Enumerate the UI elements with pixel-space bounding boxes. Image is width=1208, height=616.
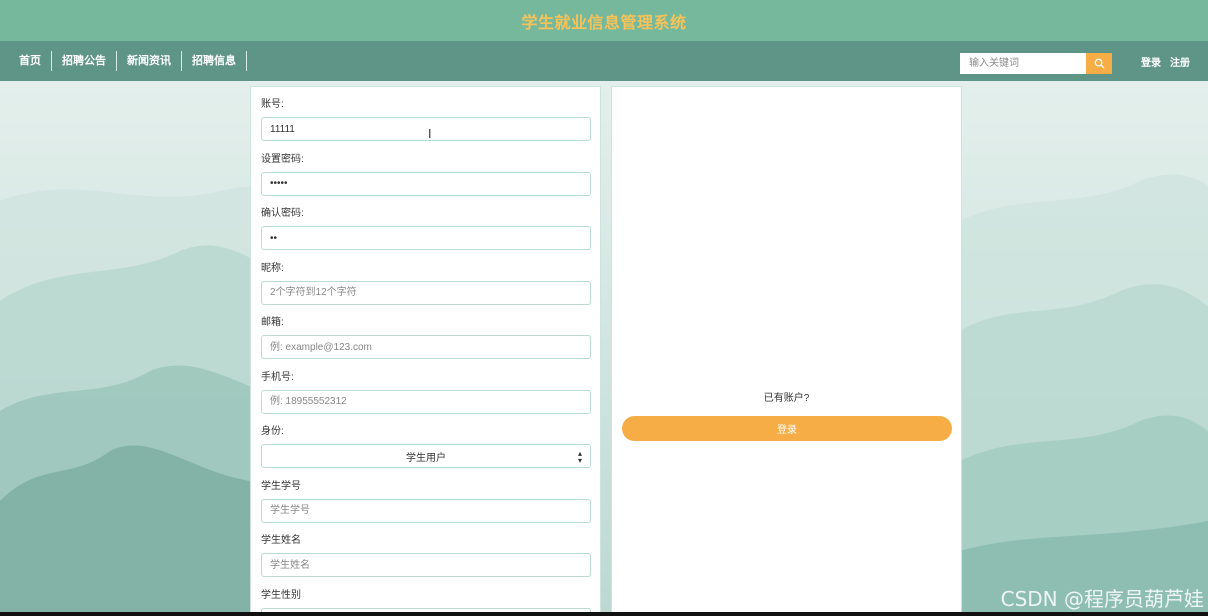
nickname-input[interactable] <box>261 280 591 305</box>
search-input[interactable] <box>960 53 1086 74</box>
student-id-input[interactable] <box>261 498 591 523</box>
main-navbar: 首页 招聘公告 新闻资讯 招聘信息 登录 注册 <box>0 41 1208 81</box>
login-link[interactable]: 登录 <box>1141 54 1161 69</box>
password-field: 设置密码: <box>261 152 591 207</box>
search-icon <box>1094 58 1105 69</box>
background-landscape <box>0 81 1208 616</box>
select-updown-icon: ▴ ▾ <box>577 449 582 465</box>
has-account-text: 已有账户? <box>763 393 810 404</box>
role-label: 身份: <box>261 426 284 437</box>
student-gender-label: 学生性别 <box>261 589 301 601</box>
search-button[interactable] <box>1086 53 1112 74</box>
email-label: 邮箱: <box>261 317 284 328</box>
password-label: 设置密码: <box>261 153 304 165</box>
auth-links: 登录 注册 <box>1141 41 1199 81</box>
nav-item-recruitment-notice[interactable]: 招聘公告 <box>52 51 117 71</box>
login-prompt-panel: 已有账户? 登录 <box>611 86 962 616</box>
bottom-edge <box>0 612 1208 616</box>
watermark: CSDN @程序员葫芦娃 <box>1000 587 1204 611</box>
nickname-label: 昵称: <box>261 262 284 274</box>
nickname-field: 昵称: <box>261 261 591 316</box>
nav-item-home[interactable]: 首页 <box>9 51 52 71</box>
phone-label: 手机号: <box>261 371 294 383</box>
email-field: 邮箱: <box>261 315 591 370</box>
password-input[interactable] <box>261 171 591 196</box>
site-title: 学生就业信息管理系统 <box>521 14 687 32</box>
nav-item-news[interactable]: 新闻资讯 <box>117 51 182 71</box>
role-field: 身份: 学生用户 ▴ ▾ <box>261 424 591 479</box>
confirm-password-field: 确认密码: <box>261 206 591 261</box>
search-bar <box>960 53 1112 74</box>
login-button[interactable]: 登录 <box>622 416 952 441</box>
register-form-panel: 账号: 设置密码: 确认密码: 昵称: 邮箱: 手机号: 身份: 学生用户 ▴▾… <box>250 86 601 616</box>
account-field: 账号: <box>261 97 591 152</box>
top-header: 学生就业信息管理系统 <box>0 0 1208 41</box>
account-label: 账号: <box>261 99 284 110</box>
nav-menu: 首页 招聘公告 新闻资讯 招聘信息 <box>0 51 247 71</box>
student-name-input[interactable] <box>261 553 591 577</box>
role-selected-value: 学生用户 <box>406 452 446 464</box>
register-link[interactable]: 注册 <box>1170 54 1190 69</box>
account-input[interactable] <box>261 117 591 141</box>
nav-item-job-info[interactable]: 招聘信息 <box>182 51 247 71</box>
confirm-password-input[interactable] <box>261 226 591 250</box>
student-id-field: 学生学号 <box>261 479 591 534</box>
confirm-password-label: 确认密码: <box>261 208 304 219</box>
email-input[interactable] <box>261 335 591 359</box>
phone-field: 手机号: <box>261 370 591 425</box>
phone-input[interactable] <box>261 389 591 414</box>
text-cursor-icon: I <box>428 127 432 141</box>
role-select[interactable]: 学生用户 ▴ ▾ <box>261 444 591 468</box>
student-id-label: 学生学号 <box>261 480 301 492</box>
student-name-field: 学生姓名 <box>261 533 591 588</box>
student-name-label: 学生姓名 <box>261 535 301 546</box>
